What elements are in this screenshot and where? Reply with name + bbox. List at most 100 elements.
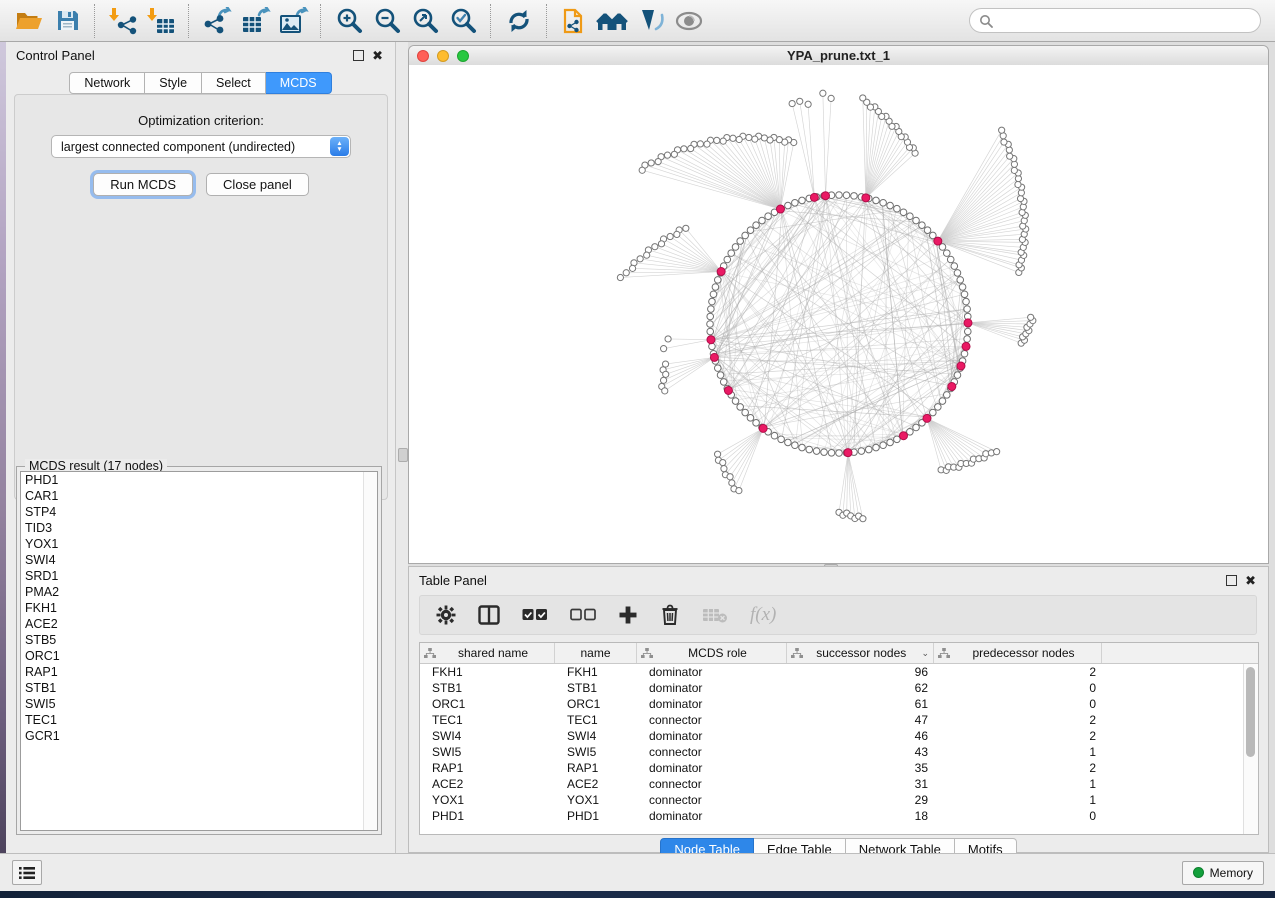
table-cell[interactable]: connector — [637, 745, 787, 759]
table-cell[interactable]: SWI4 — [420, 729, 555, 743]
tab-network[interactable]: Network — [69, 72, 145, 94]
tab-mcds[interactable]: MCDS — [266, 72, 332, 94]
table-cell[interactable]: 46 — [787, 729, 934, 743]
table-cell[interactable]: 96 — [787, 665, 934, 679]
table-row[interactable]: ORC1ORC1dominator610 — [420, 696, 1258, 712]
table-row[interactable]: SWI4SWI4dominator462 — [420, 728, 1258, 744]
mcds-result-item[interactable]: FKH1 — [21, 600, 377, 616]
table-cell[interactable]: 61 — [787, 697, 934, 711]
websession-home-icon[interactable] — [594, 4, 632, 38]
table-cell[interactable]: 35 — [787, 761, 934, 775]
table-cell[interactable]: TEC1 — [420, 713, 555, 727]
zoom-in-icon[interactable] — [330, 4, 368, 38]
mcds-result-item[interactable]: STB5 — [21, 632, 377, 648]
mcds-result-item[interactable]: PMA2 — [21, 584, 377, 600]
column-header-name[interactable]: name — [555, 643, 637, 663]
close-panel-icon[interactable]: ✖ — [1245, 576, 1256, 585]
table-cell[interactable]: dominator — [637, 729, 787, 743]
float-panel-icon[interactable] — [353, 50, 364, 61]
network-canvas[interactable] — [409, 65, 1268, 563]
table-cell[interactable]: 1 — [934, 745, 1102, 759]
table-row[interactable]: SWI5SWI5connector431 — [420, 744, 1258, 760]
vertical-splitter[interactable] — [396, 42, 408, 853]
mcds-result-item[interactable]: SWI4 — [21, 552, 377, 568]
export-table-icon[interactable] — [236, 4, 274, 38]
close-panel-icon[interactable]: ✖ — [372, 51, 383, 60]
zoom-out-icon[interactable] — [368, 4, 406, 38]
table-cell[interactable]: dominator — [637, 809, 787, 823]
table-cell[interactable]: 0 — [934, 681, 1102, 695]
table-cell[interactable]: RAP1 — [555, 761, 637, 775]
import-table-icon[interactable] — [142, 4, 180, 38]
mcds-list-scrollbar[interactable] — [363, 472, 377, 830]
table-cell[interactable]: 29 — [787, 793, 934, 807]
table-mode-gear-icon[interactable] — [436, 605, 456, 625]
eye-icon[interactable] — [670, 4, 708, 38]
import-network-icon[interactable] — [104, 4, 142, 38]
mcds-result-item[interactable]: STB1 — [21, 680, 377, 696]
table-row[interactable]: STB1STB1dominator620 — [420, 680, 1258, 696]
column-header-shared-name[interactable]: shared name — [420, 643, 555, 663]
table-cell[interactable]: 43 — [787, 745, 934, 759]
search-input[interactable] — [999, 13, 1251, 29]
table-cell[interactable]: PHD1 — [555, 809, 637, 823]
table-cell[interactable]: 1 — [934, 793, 1102, 807]
deselect-all-icon[interactable] — [570, 608, 596, 622]
table-cell[interactable]: 62 — [787, 681, 934, 695]
table-cell[interactable]: dominator — [637, 761, 787, 775]
tab-style[interactable]: Style — [145, 72, 202, 94]
share-document-icon[interactable] — [556, 4, 594, 38]
export-image-icon[interactable] — [274, 4, 312, 38]
optimization-criterion-select[interactable]: largest connected component (undirected)… — [51, 135, 351, 158]
table-cell[interactable]: dominator — [637, 665, 787, 679]
splitter-handle[interactable] — [398, 448, 408, 462]
table-cell[interactable]: FKH1 — [555, 665, 637, 679]
export-network-icon[interactable] — [198, 4, 236, 38]
table-cell[interactable]: connector — [637, 793, 787, 807]
table-row[interactable]: PHD1PHD1dominator180 — [420, 808, 1258, 824]
table-row[interactable]: ACE2ACE2connector311 — [420, 776, 1258, 792]
delete-columns-trash-icon[interactable] — [660, 604, 680, 626]
float-panel-icon[interactable] — [1226, 575, 1237, 586]
table-cell[interactable]: ORC1 — [555, 697, 637, 711]
mcds-result-item[interactable]: SRD1 — [21, 568, 377, 584]
table-cell[interactable]: ORC1 — [420, 697, 555, 711]
vizmapper-icon[interactable] — [632, 4, 670, 38]
tab-select[interactable]: Select — [202, 72, 266, 94]
search-box[interactable] — [969, 8, 1261, 33]
table-cell[interactable]: 0 — [934, 809, 1102, 823]
table-row[interactable]: FKH1FKH1dominator962 — [420, 664, 1258, 680]
table-cell[interactable]: RAP1 — [420, 761, 555, 775]
mcds-result-item[interactable]: PHD1 — [21, 472, 377, 488]
table-cell[interactable]: YOX1 — [555, 793, 637, 807]
table-cell[interactable]: ACE2 — [420, 777, 555, 791]
table-cell[interactable]: 1 — [934, 777, 1102, 791]
show-columns-icon[interactable] — [478, 605, 500, 625]
table-cell[interactable]: 2 — [934, 729, 1102, 743]
mcds-result-item[interactable]: STP4 — [21, 504, 377, 520]
table-cell[interactable]: FKH1 — [420, 665, 555, 679]
table-cell[interactable]: 2 — [934, 665, 1102, 679]
table-cell[interactable]: ACE2 — [555, 777, 637, 791]
table-cell[interactable]: STB1 — [420, 681, 555, 695]
table-cell[interactable]: 18 — [787, 809, 934, 823]
mcds-result-item[interactable]: YOX1 — [21, 536, 377, 552]
table-cell[interactable]: connector — [637, 777, 787, 791]
table-row[interactable]: RAP1RAP1dominator352 — [420, 760, 1258, 776]
mcds-result-item[interactable]: TID3 — [21, 520, 377, 536]
mcds-result-item[interactable]: TEC1 — [21, 712, 377, 728]
zoom-selected-icon[interactable] — [444, 4, 482, 38]
table-cell[interactable]: SWI5 — [555, 745, 637, 759]
close-panel-button[interactable]: Close panel — [206, 173, 309, 196]
create-column-icon[interactable] — [618, 605, 638, 625]
zoom-fit-icon[interactable] — [406, 4, 444, 38]
save-session-icon[interactable] — [48, 4, 86, 38]
network-window-titlebar[interactable]: YPA_prune.txt_1 — [409, 46, 1268, 66]
table-cell[interactable]: 2 — [934, 761, 1102, 775]
table-cell[interactable]: dominator — [637, 681, 787, 695]
refresh-layout-icon[interactable] — [500, 4, 538, 38]
table-scrollbar-thumb[interactable] — [1246, 667, 1255, 757]
table-row[interactable]: TEC1TEC1connector472 — [420, 712, 1258, 728]
table-cell[interactable]: 47 — [787, 713, 934, 727]
table-cell[interactable]: dominator — [637, 697, 787, 711]
